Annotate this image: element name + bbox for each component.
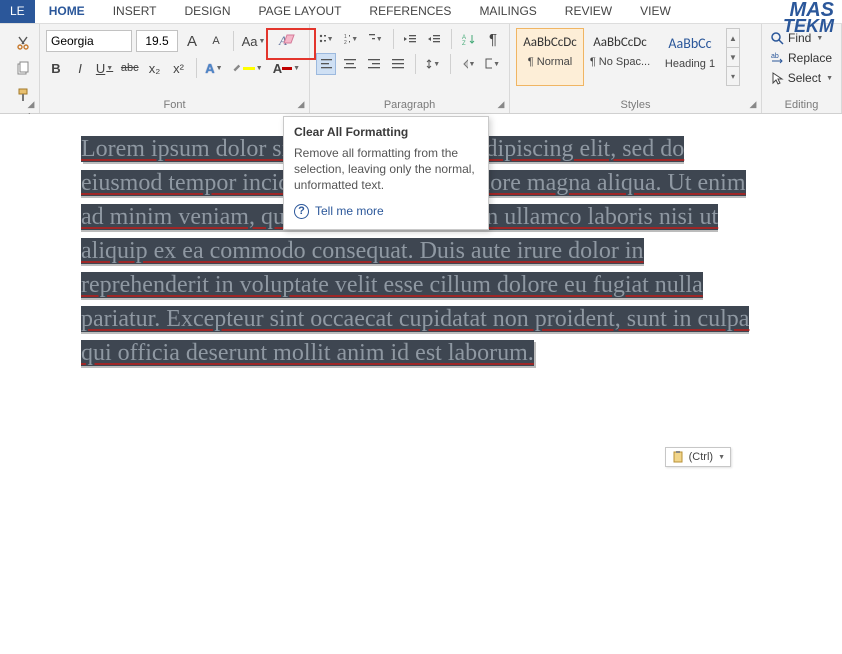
- style-no-spacing[interactable]: AaBbCcDc ¶ No Spac...: [586, 28, 654, 86]
- tooltip-title: Clear All Formatting: [294, 125, 478, 139]
- superscript-button[interactable]: x²: [169, 57, 189, 79]
- tab-home[interactable]: HOME: [35, 0, 99, 23]
- style-normal[interactable]: AaBbCcDc ¶ Normal: [516, 28, 584, 86]
- show-marks-button[interactable]: ¶: [483, 28, 503, 50]
- gallery-down-icon[interactable]: ▼: [727, 47, 739, 66]
- replace-button[interactable]: ab Replace: [768, 48, 835, 68]
- align-left-button[interactable]: [316, 53, 336, 75]
- increase-indent-button[interactable]: [424, 28, 444, 50]
- font-group: A A Aa▼ A B I U▼ abc x₂ x² A▼: [40, 24, 310, 113]
- tab-references[interactable]: REFERENCES: [355, 0, 465, 23]
- clear-formatting-tooltip: Clear All Formatting Remove all formatti…: [283, 116, 489, 230]
- clipboard-group: oard ◢: [0, 24, 40, 113]
- clear-formatting-button[interactable]: A: [270, 28, 303, 54]
- font-size-input[interactable]: [136, 30, 178, 52]
- clipboard-dialog-launcher[interactable]: ◢: [25, 99, 37, 111]
- help-icon: ?: [294, 204, 309, 219]
- tab-view[interactable]: VIEW: [626, 0, 685, 23]
- justify-button[interactable]: [388, 53, 408, 75]
- font-dialog-launcher[interactable]: ◢: [295, 99, 307, 111]
- tab-review[interactable]: REVIEW: [551, 0, 626, 23]
- tab-design[interactable]: DESIGN: [170, 0, 244, 23]
- highlighter-icon: [231, 61, 243, 75]
- tooltip-body: Remove all formatting from the selection…: [294, 145, 478, 194]
- shrink-font-button[interactable]: A: [206, 30, 226, 52]
- chevron-down-icon: ▼: [718, 454, 725, 461]
- svg-text:Z: Z: [462, 41, 466, 45]
- select-button[interactable]: Select▼: [768, 68, 835, 88]
- cut-button[interactable]: [10, 32, 36, 54]
- paint-bucket-icon: [461, 58, 468, 70]
- style-heading-1[interactable]: AaBbCc Heading 1: [656, 28, 724, 86]
- font-color-button[interactable]: A▼: [270, 57, 303, 79]
- bullets-button[interactable]: ▼: [316, 28, 337, 50]
- subscript-button[interactable]: x₂: [145, 57, 165, 79]
- multilevel-icon: [368, 33, 375, 45]
- ribbon: oard ◢ A A Aa▼ A B I: [0, 24, 842, 114]
- styles-group-label: Styles: [516, 97, 755, 111]
- borders-button[interactable]: ▼: [482, 53, 503, 75]
- text-effects-button[interactable]: A▼: [203, 57, 224, 79]
- paragraph-dialog-launcher[interactable]: ◢: [495, 99, 507, 111]
- line-spacing-button[interactable]: ▼: [423, 53, 444, 75]
- gallery-expand-icon[interactable]: ▾: [727, 66, 739, 85]
- align-right-button[interactable]: [364, 53, 384, 75]
- underline-button[interactable]: U▼: [94, 57, 115, 79]
- svg-text:ab: ab: [771, 53, 779, 60]
- editing-group-label: Editing: [768, 97, 835, 111]
- sort-button[interactable]: AZ: [459, 28, 479, 50]
- shading-button[interactable]: ▼: [458, 53, 479, 75]
- tooltip-tell-me-more[interactable]: ? Tell me more: [294, 204, 478, 219]
- paragraph-group-label: Paragraph: [316, 97, 503, 111]
- find-button[interactable]: Find▼: [768, 28, 835, 48]
- grow-font-button[interactable]: A: [182, 30, 202, 52]
- highlight-color-button[interactable]: ▼: [228, 57, 265, 79]
- paragraph-group: ▼ 12▼ ▼ AZ ¶ ▼ ▼ ▼ Parag: [310, 24, 510, 113]
- styles-group: AaBbCcDc ¶ Normal AaBbCcDc ¶ No Spac... …: [510, 24, 762, 113]
- strikethrough-button[interactable]: abc: [119, 57, 140, 79]
- styles-dialog-launcher[interactable]: ◢: [747, 99, 759, 111]
- numbering-button[interactable]: 12▼: [341, 28, 362, 50]
- bullets-icon: [319, 33, 326, 45]
- tab-mailings[interactable]: MAILINGS: [465, 0, 550, 23]
- gallery-up-icon[interactable]: ▲: [727, 29, 739, 47]
- clipboard-icon: [671, 450, 685, 464]
- editing-group: Find▼ ab Replace Select▼ Editing: [762, 24, 842, 113]
- replace-icon: ab: [770, 51, 784, 65]
- italic-button[interactable]: I: [70, 57, 90, 79]
- multilevel-list-button[interactable]: ▼: [365, 28, 386, 50]
- styles-gallery-more[interactable]: ▲ ▼ ▾: [726, 28, 740, 86]
- tab-file[interactable]: LE: [0, 0, 35, 23]
- numbering-icon: 12: [344, 33, 351, 45]
- change-case-button[interactable]: Aa▼: [241, 30, 266, 52]
- font-name-input[interactable]: [46, 30, 132, 52]
- bold-button[interactable]: B: [46, 57, 66, 79]
- decrease-indent-button[interactable]: [400, 28, 420, 50]
- select-arrow-icon: [770, 71, 784, 85]
- svg-text:2: 2: [344, 40, 347, 45]
- tab-insert[interactable]: INSERT: [99, 0, 171, 23]
- align-center-button[interactable]: [340, 53, 360, 75]
- ribbon-tabs: LE HOME INSERT DESIGN PAGE LAYOUT REFERE…: [0, 0, 842, 24]
- font-group-label: Font: [46, 97, 303, 111]
- copy-button[interactable]: [10, 58, 36, 80]
- find-icon: [770, 31, 784, 45]
- paste-options-button[interactable]: (Ctrl) ▼: [665, 447, 731, 467]
- tab-page-layout[interactable]: PAGE LAYOUT: [245, 0, 356, 23]
